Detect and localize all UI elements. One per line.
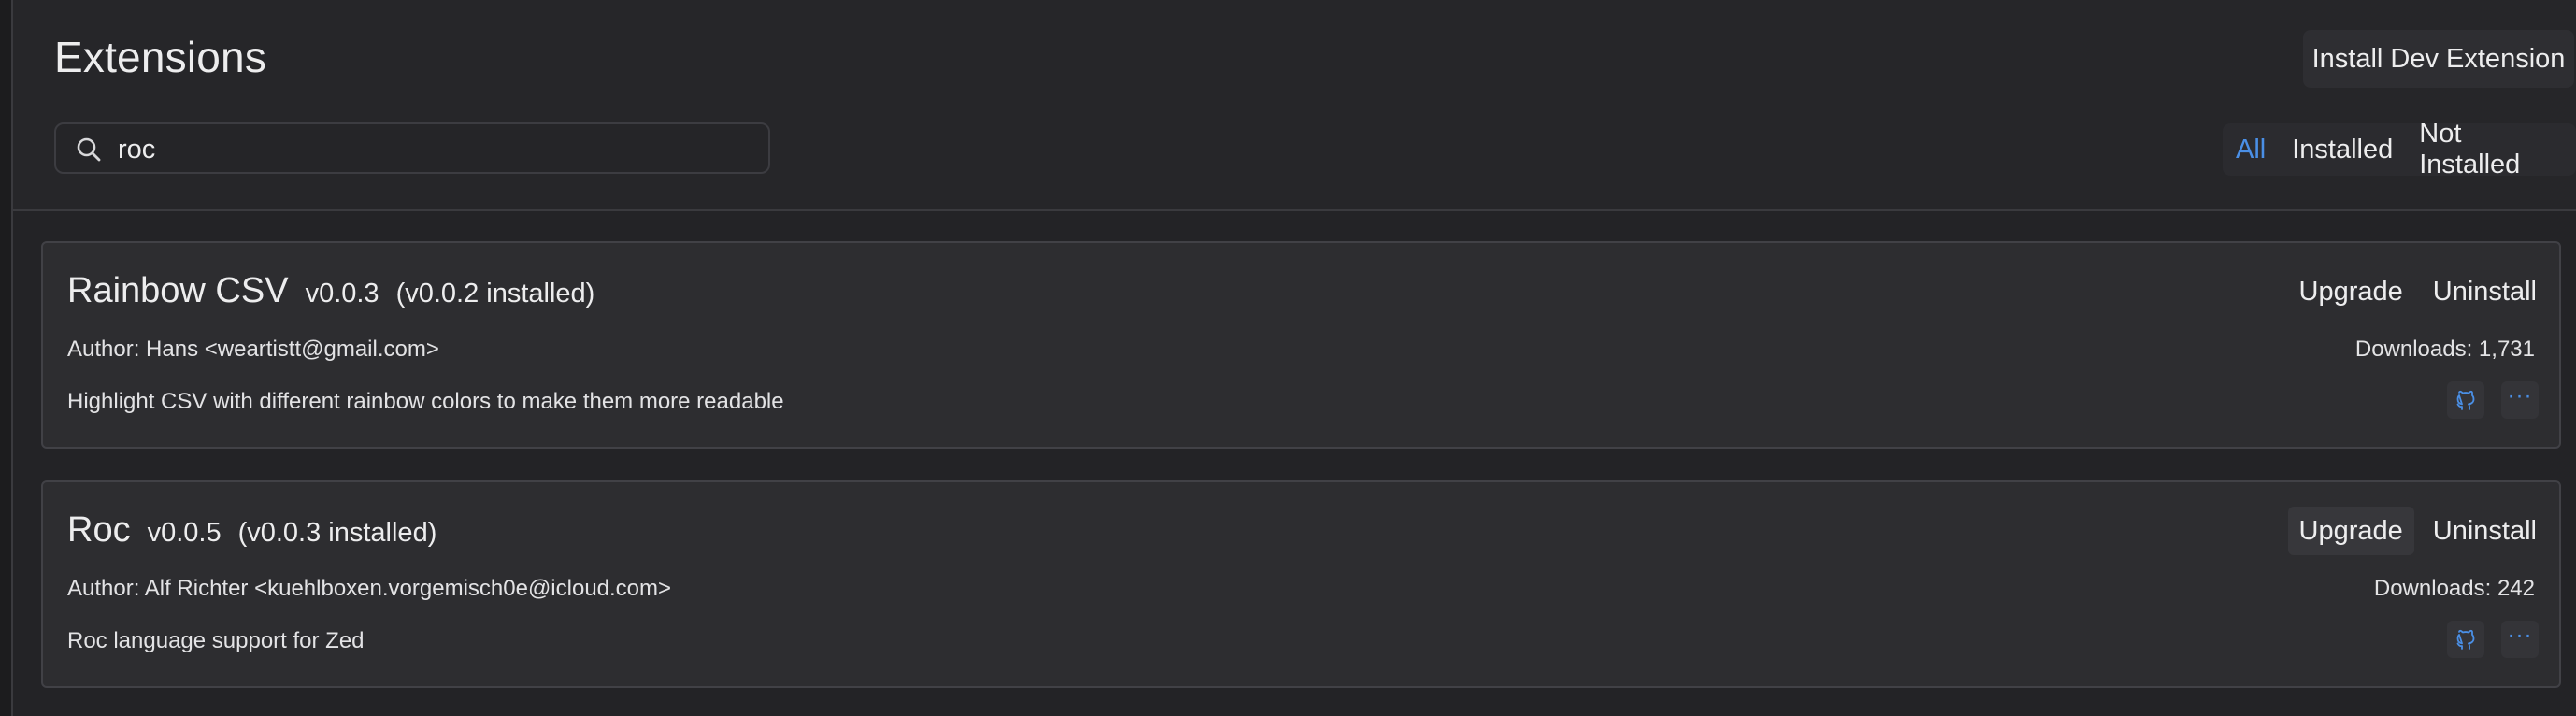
uninstall-button[interactable]: Uninstall bbox=[2422, 507, 2548, 555]
more-icon: ··· bbox=[2507, 623, 2533, 648]
github-icon bbox=[2456, 390, 2475, 410]
download-count: Downloads: 242 bbox=[2373, 576, 2535, 601]
left-panel-edge bbox=[0, 0, 13, 716]
extension-author: Author: Alf Richter <kuehlboxen.vorgemis… bbox=[67, 576, 672, 601]
repository-button[interactable] bbox=[2447, 381, 2484, 419]
github-icon bbox=[2456, 629, 2475, 650]
upgrade-button[interactable]: Upgrade bbox=[2287, 507, 2414, 555]
extension-heading: Rainbow CSV v0.0.3 (v0.0.2 installed) bbox=[67, 271, 594, 311]
extension-heading: Roc v0.0.5 (v0.0.3 installed) bbox=[67, 510, 436, 551]
installed-version: (v0.0.3 installed) bbox=[237, 518, 437, 548]
filter-not-installed[interactable]: Not Installed bbox=[2406, 119, 2576, 179]
extension-description: Highlight CSV with different rainbow col… bbox=[67, 389, 784, 414]
search-box[interactable] bbox=[54, 122, 770, 174]
more-icon: ··· bbox=[2507, 383, 2533, 408]
extension-author: Author: Hans <weartistt@gmail.com> bbox=[67, 337, 439, 362]
download-count: Downloads: 1,731 bbox=[2354, 337, 2535, 362]
extension-description: Roc language support for Zed bbox=[67, 628, 365, 653]
extension-version: v0.0.3 bbox=[305, 279, 379, 308]
filter-tabs: All Installed Not Installed bbox=[2223, 119, 2576, 179]
search-icon bbox=[77, 137, 101, 162]
page-title: Extensions bbox=[54, 33, 267, 81]
extension-actions: Upgrade Uninstall bbox=[2281, 267, 2548, 316]
extension-name: Rainbow CSV bbox=[67, 271, 289, 310]
uninstall-button[interactable]: Uninstall bbox=[2422, 267, 2548, 316]
extension-name: Roc bbox=[67, 510, 131, 550]
extensions-header: Extensions Install Dev Extension All Ins… bbox=[13, 0, 2576, 211]
search-input[interactable] bbox=[116, 130, 755, 169]
filter-all[interactable]: All bbox=[2223, 123, 2279, 176]
filter-installed[interactable]: Installed bbox=[2279, 123, 2406, 176]
extension-actions: Upgrade Uninstall bbox=[2281, 507, 2548, 555]
more-options-button[interactable]: ··· bbox=[2501, 621, 2539, 658]
install-dev-extension-button[interactable]: Install Dev Extension bbox=[2303, 30, 2574, 88]
extension-card: Rainbow CSV v0.0.3 (v0.0.2 installed) Up… bbox=[41, 241, 2561, 449]
upgrade-button[interactable]: Upgrade bbox=[2288, 267, 2414, 316]
installed-version: (v0.0.2 installed) bbox=[395, 279, 595, 308]
extension-card: Roc v0.0.5 (v0.0.3 installed) Upgrade Un… bbox=[41, 480, 2561, 688]
repository-button[interactable] bbox=[2447, 621, 2484, 658]
more-options-button[interactable]: ··· bbox=[2501, 381, 2539, 419]
extension-version: v0.0.5 bbox=[147, 518, 222, 548]
